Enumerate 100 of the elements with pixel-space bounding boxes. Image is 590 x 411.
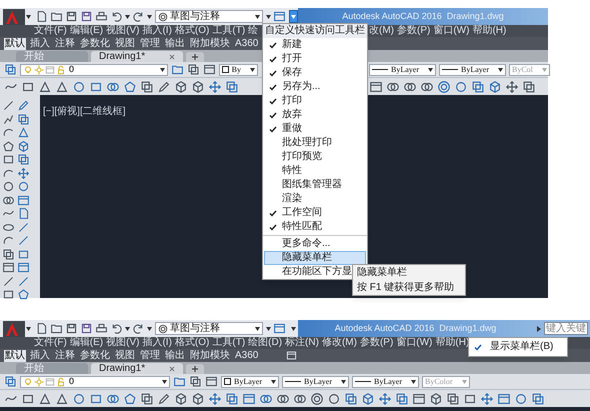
ribbon-tab[interactable]: 管理 — [139, 350, 161, 362]
gear-icon[interactable] — [158, 12, 168, 22]
printer-icon[interactable] — [95, 322, 108, 335]
page-icon[interactable] — [17, 207, 30, 220]
overlapping-squares-icon[interactable] — [446, 392, 460, 406]
menu-item[interactable]: 新建 — [264, 38, 366, 52]
menu-item[interactable]: 绘图(D) — [248, 338, 282, 348]
layer-dropdown[interactable]: 0 — [20, 64, 168, 76]
property-dropdown[interactable]: ByLayer — [369, 64, 436, 76]
menu-item[interactable]: 特性匹配 — [264, 220, 366, 234]
new-tab-button[interactable] — [186, 52, 204, 62]
menu-item[interactable]: 更多命令... — [264, 237, 366, 251]
ribbon-tab[interactable]: 输出 — [164, 38, 186, 50]
window-icon[interactable] — [17, 261, 30, 274]
ribbon-tab[interactable]: 视图 — [114, 350, 136, 362]
menu-item[interactable]: 图纸集管理器 — [264, 178, 366, 192]
menu-item[interactable]: 参数(P) — [397, 26, 430, 36]
logo-icon[interactable] — [3, 320, 25, 336]
menu-item[interactable]: 重做 — [264, 122, 366, 136]
caret-icon[interactable] — [160, 68, 165, 72]
caret-icon[interactable] — [266, 326, 271, 330]
ribbon-tab[interactable]: 插入 — [29, 38, 51, 50]
pencil-icon[interactable] — [17, 99, 30, 112]
overlapping-squares-icon[interactable] — [344, 392, 358, 406]
overlapping-squares-icon[interactable] — [395, 392, 409, 406]
cube-icon[interactable] — [17, 140, 30, 152]
square-icon[interactable] — [2, 153, 15, 166]
cube-icon[interactable] — [191, 80, 205, 94]
menu-item[interactable]: 工具(T) — [212, 338, 246, 348]
menu-item[interactable]: 标注(N) — [285, 338, 319, 348]
line-icon[interactable] — [17, 274, 30, 288]
close-icon[interactable] — [169, 54, 175, 60]
triangle-icon[interactable] — [17, 126, 30, 139]
caret-icon[interactable] — [411, 380, 416, 384]
cube-icon[interactable] — [174, 392, 188, 406]
property-dropdown[interactable]: ByLayer — [352, 376, 419, 388]
window-icon[interactable] — [205, 375, 218, 388]
menu-item[interactable]: 插入(I) — [142, 338, 172, 348]
menu-item[interactable]: 打开 — [264, 52, 366, 66]
play-icon[interactable] — [536, 326, 542, 332]
cube-icon[interactable] — [191, 392, 205, 406]
menu-item[interactable]: 批处理打印 — [264, 136, 366, 150]
pencil-icon[interactable] — [157, 392, 171, 406]
caret-icon[interactable] — [125, 14, 130, 18]
pentagon-icon[interactable] — [17, 288, 30, 301]
quick-access-menu-button[interactable] — [289, 10, 298, 23]
overlapping-squares-icon[interactable] — [522, 80, 536, 94]
line-icon[interactable] — [2, 99, 15, 112]
move-icon[interactable] — [208, 80, 222, 94]
pencil-icon[interactable] — [157, 80, 171, 94]
menu-item[interactable]: 改(M) — [369, 26, 394, 36]
ribbon-tab[interactable]: 插入 — [29, 350, 51, 362]
polyline-icon[interactable] — [2, 112, 15, 126]
undo-icon[interactable] — [110, 322, 123, 335]
cube-icon[interactable] — [361, 392, 375, 406]
caret-icon[interactable] — [26, 14, 31, 18]
move-icon[interactable] — [505, 80, 519, 94]
ribbon-tab[interactable]: 管理 — [139, 38, 161, 50]
move-icon[interactable] — [17, 166, 30, 180]
caret-icon[interactable] — [162, 380, 167, 384]
cube-icon[interactable] — [488, 80, 502, 94]
caret-icon[interactable] — [266, 14, 271, 18]
overlapping-squares-icon[interactable] — [2, 248, 15, 260]
bulb-icon[interactable] — [23, 376, 33, 386]
caret-icon[interactable] — [250, 68, 255, 72]
circle-icon[interactable] — [514, 392, 528, 406]
window-icon[interactable] — [412, 392, 426, 406]
menu-item[interactable]: 特性 — [264, 164, 366, 178]
ribbon-tab[interactable]: A360 — [234, 350, 260, 362]
arc-icon[interactable] — [2, 234, 15, 247]
menu-item[interactable]: 工具(T) — [212, 26, 246, 36]
window-icon[interactable] — [17, 194, 30, 206]
menu-item[interactable]: 视图(V) — [106, 338, 140, 348]
line-icon[interactable] — [17, 220, 30, 234]
overlapping-squares-icon[interactable] — [471, 80, 485, 94]
menu-item[interactable]: 编辑(E) — [70, 338, 104, 348]
menu-item[interactable]: 另存为... — [264, 80, 366, 94]
overlapping-squares-icon[interactable] — [186, 63, 200, 76]
circle-icon[interactable] — [2, 180, 15, 193]
caret-icon[interactable] — [291, 326, 296, 330]
overlapping-squares-icon[interactable] — [189, 375, 202, 388]
property-dropdown[interactable]: ByLayer — [221, 376, 279, 388]
line-icon[interactable] — [17, 234, 30, 247]
printer-icon[interactable] — [95, 10, 108, 23]
caret-icon[interactable] — [26, 326, 31, 330]
cube-icon[interactable] — [429, 392, 443, 406]
redo-icon[interactable] — [132, 10, 145, 23]
circle-icon[interactable] — [17, 180, 30, 193]
cube-icon[interactable] — [174, 80, 188, 94]
ribbon-tab[interactable]: A360 — [234, 38, 260, 50]
window-icon[interactable] — [242, 392, 256, 406]
menu-item[interactable]: 打印预览 — [264, 150, 366, 164]
ribbon-tab[interactable]: 注释 — [54, 38, 76, 50]
window-icon[interactable] — [273, 10, 286, 23]
file-tab[interactable]: Drawing1* — [91, 51, 183, 62]
caret-icon[interactable] — [428, 68, 433, 72]
ribbon-tab[interactable]: 默认 — [4, 38, 26, 50]
menu-item[interactable]: 渲染 — [264, 192, 366, 206]
viewport-label[interactable]: [−][俯视][二维线框] — [43, 106, 126, 117]
ribbon-tab[interactable]: 视图 — [114, 38, 136, 50]
